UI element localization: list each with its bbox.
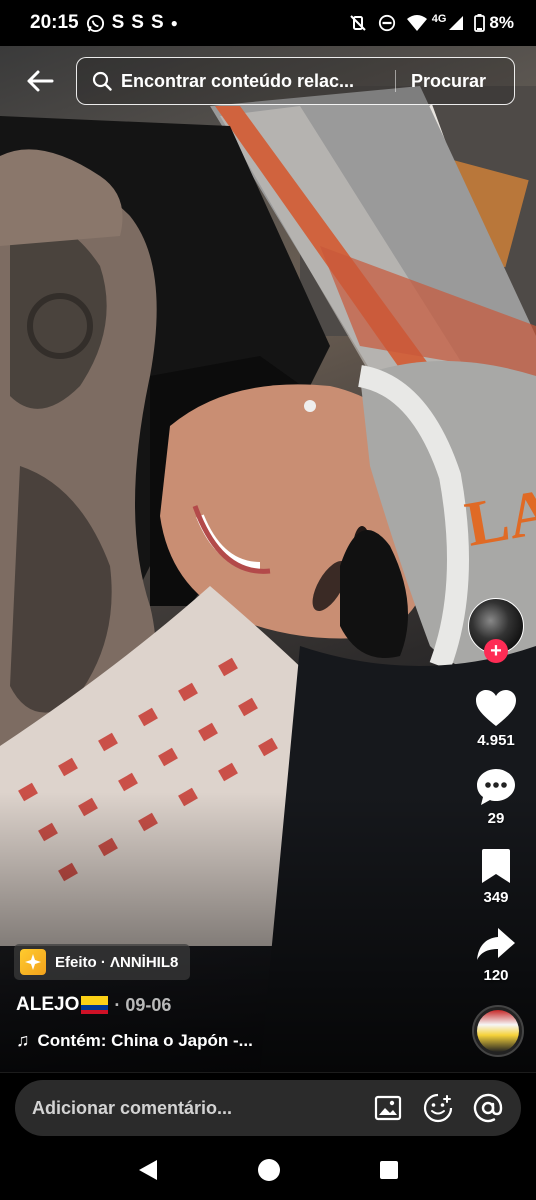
notification-s-2: S: [131, 12, 144, 33]
share-count: 120: [483, 967, 509, 984]
battery-percent: 8%: [489, 13, 514, 32]
emoji-icon[interactable]: [423, 1093, 453, 1123]
svg-text:LA: LA: [460, 474, 536, 559]
vibrate-off-icon: [348, 13, 368, 33]
music-row[interactable]: ♫ Contém: China o Japón -...: [16, 1030, 253, 1051]
speech-bubble-icon[interactable]: [474, 766, 518, 808]
status-left: 20:15 S S S ●: [30, 12, 178, 34]
colombia-flag-icon: [81, 996, 109, 1014]
search-button[interactable]: Procurar: [411, 71, 486, 92]
post-date: · 09-06: [114, 994, 172, 1015]
whatsapp-icon: [86, 14, 105, 33]
music-title[interactable]: Contém: China o Japón -...: [38, 1031, 253, 1051]
wifi-icon: [406, 14, 428, 32]
notification-s-3: S: [150, 12, 164, 33]
like-count: 4.951: [477, 732, 515, 749]
heart-icon[interactable]: [474, 688, 518, 730]
music-disc[interactable]: [472, 1005, 524, 1057]
comment-bar: Adicionar comentário...: [0, 1072, 536, 1144]
status-right: 4G 8%: [348, 13, 514, 33]
comment-placeholder[interactable]: Adicionar comentário...: [32, 1098, 373, 1119]
do-not-disturb-icon: [378, 14, 396, 32]
nav-recents-icon[interactable]: [379, 1160, 399, 1185]
author-row: ALEJO · 09-06: [16, 994, 253, 1016]
search-field[interactable]: Encontrar conteúdo relac... Procurar: [76, 57, 515, 105]
save-action[interactable]: 349: [456, 845, 536, 906]
at-sign-icon[interactable]: [473, 1093, 503, 1123]
follow-plus-button[interactable]: +: [484, 639, 508, 663]
more-notifications-dot-icon: ●: [170, 16, 178, 30]
status-time: 20:15: [30, 12, 79, 33]
like-action[interactable]: 4.951: [456, 688, 536, 749]
comment-input[interactable]: Adicionar comentário...: [15, 1080, 521, 1136]
comment-action[interactable]: 29: [456, 766, 536, 827]
status-bar: 20:15 S S S ● 4G 8%: [0, 0, 536, 46]
post-caption: ALEJO · 09-06 ♫ Contém: China o Japón -.…: [16, 994, 253, 1051]
effect-label: Efeito · ΛNNİHIL8: [55, 953, 179, 971]
music-disc-artwork: [477, 1010, 519, 1052]
cell-signal-icon: [448, 15, 464, 31]
sparkle-effect-icon: [20, 949, 46, 975]
battery-icon: [474, 14, 486, 32]
nav-home-icon[interactable]: [257, 1158, 281, 1187]
share-arrow-icon[interactable]: [474, 923, 518, 965]
top-search-bar: Encontrar conteúdo relac... Procurar: [0, 56, 536, 106]
effect-chip[interactable]: Efeito · ΛNNİHIL8: [14, 944, 191, 980]
system-nav-bar: [0, 1144, 536, 1200]
save-count: 349: [483, 889, 509, 906]
author-name[interactable]: ALEJO: [16, 994, 79, 1016]
search-divider: [395, 70, 396, 92]
video-player[interactable]: LA: [0, 46, 536, 1072]
network-type: 4G: [431, 13, 447, 25]
search-query[interactable]: Encontrar conteúdo relac...: [121, 71, 377, 92]
magnifier-icon: [91, 70, 113, 92]
image-icon[interactable]: [373, 1093, 403, 1123]
bookmark-icon[interactable]: [474, 845, 518, 887]
back-button[interactable]: [22, 64, 58, 98]
comment-count: 29: [487, 810, 505, 827]
arrow-left-icon: [27, 70, 54, 92]
share-action[interactable]: 120: [456, 923, 536, 984]
music-note-icon: ♫: [16, 1030, 30, 1050]
notification-s-1: S: [111, 12, 125, 33]
nav-back-icon[interactable]: [137, 1158, 159, 1187]
